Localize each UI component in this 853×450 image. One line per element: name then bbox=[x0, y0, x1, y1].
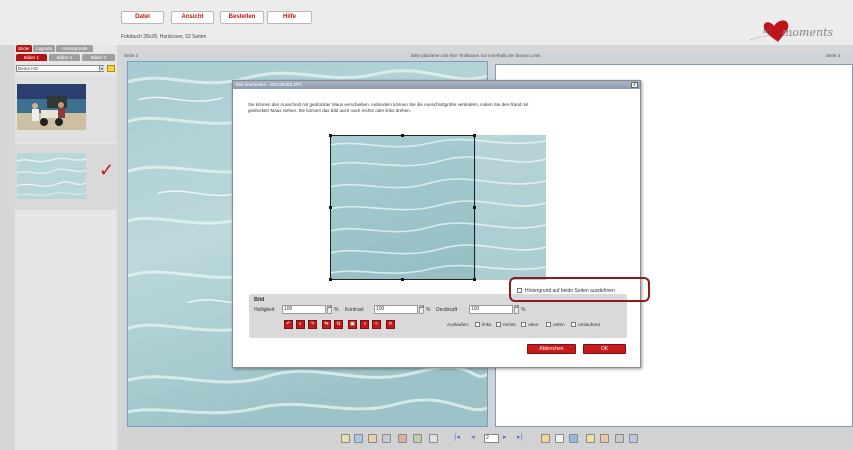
rotate-left-icon[interactable]: ↶ bbox=[284, 320, 293, 329]
tab-bilder-2[interactable]: Bilder 2 bbox=[49, 54, 80, 61]
crop-handle-left[interactable] bbox=[329, 206, 332, 209]
top-bar: Datei Ansicht Bestellen Hilfe Fotobuch 2… bbox=[0, 0, 853, 45]
zoom-in-icon[interactable] bbox=[541, 434, 550, 443]
menu-bestellen-button[interactable]: Bestellen bbox=[220, 11, 264, 24]
bleed-checkbox-3[interactable] bbox=[546, 322, 551, 327]
close-icon[interactable]: x bbox=[631, 82, 638, 88]
bleed-checkbox-2[interactable] bbox=[521, 322, 526, 327]
svg-text:my: my bbox=[763, 28, 773, 35]
dialog-title: Bild bearbeiten - DSC06463.JPG bbox=[233, 81, 640, 89]
settings-tool-icon[interactable] bbox=[368, 434, 377, 443]
layout-tool-icon[interactable] bbox=[354, 434, 363, 443]
thumbnail-image-water[interactable] bbox=[17, 153, 86, 199]
bleed-checkbox-1[interactable] bbox=[496, 322, 501, 327]
flip-horizontal-icon[interactable]: ⇆ bbox=[322, 320, 331, 329]
thumbnail-image-scooter[interactable] bbox=[17, 84, 86, 130]
bleed-option-label: oben bbox=[528, 322, 539, 327]
bleed-label: Auslaufen: bbox=[447, 322, 470, 327]
crop-frame[interactable] bbox=[330, 135, 475, 280]
bleed-option-label: umlaufend bbox=[578, 322, 600, 327]
left-page-label: Seite 2 bbox=[124, 53, 139, 58]
dialog-description: Sie können den Ausschnitt mit gedrückter… bbox=[248, 102, 529, 113]
bleed-checkbox-4[interactable] bbox=[571, 322, 576, 327]
thumbnail-slot[interactable] bbox=[15, 76, 117, 142]
crop-handle-top[interactable] bbox=[401, 134, 404, 137]
save-icon[interactable] bbox=[615, 434, 624, 443]
grayscale-icon[interactable]: ◑ bbox=[360, 320, 369, 329]
trash-icon[interactable] bbox=[429, 434, 438, 443]
highlight-annotation bbox=[509, 277, 650, 302]
crop-handle-bottom[interactable] bbox=[401, 278, 404, 281]
crop-handle-right[interactable] bbox=[473, 206, 476, 209]
cancel-button[interactable]: Abbrechen bbox=[527, 344, 576, 354]
bleed-option-label: links bbox=[482, 322, 492, 327]
menu-datei-button[interactable]: Datei bbox=[121, 11, 164, 24]
edit-image-dialog: Bild bearbeiten - DSC06463.JPG x Sie kön… bbox=[232, 80, 641, 368]
image-tool-icon[interactable] bbox=[413, 434, 422, 443]
menu-ansicht-button[interactable]: Ansicht bbox=[171, 11, 214, 24]
crop-icon[interactable]: ▣ bbox=[348, 320, 357, 329]
copy-tool-icon[interactable] bbox=[382, 434, 391, 443]
folder-select[interactable]: Demo HG ▾ bbox=[16, 65, 104, 72]
brightness-stepper[interactable]: ▴▾ bbox=[327, 305, 332, 314]
right-page-label: Seite 3 bbox=[826, 53, 841, 58]
grid-icon[interactable] bbox=[586, 434, 595, 443]
crop-handle-top-left[interactable] bbox=[329, 134, 332, 137]
print-icon[interactable] bbox=[629, 434, 638, 443]
menu-hilfe-button[interactable]: Hilfe bbox=[267, 11, 312, 24]
image-section-heading: Bild bbox=[254, 297, 265, 303]
flip-vertical-icon[interactable]: ⇅ bbox=[334, 320, 343, 329]
preview-icon[interactable] bbox=[600, 434, 609, 443]
contrast-label: Kontrast bbox=[345, 307, 364, 313]
first-page-button[interactable]: |◂ bbox=[454, 433, 460, 441]
last-page-button[interactable]: ▸| bbox=[517, 433, 523, 441]
tab-bilder-3[interactable]: Bilder 3 bbox=[82, 54, 115, 61]
fit-page-icon[interactable] bbox=[569, 434, 578, 443]
page-number-input[interactable]: 2 bbox=[484, 434, 499, 443]
undo-icon[interactable]: ◐ bbox=[296, 320, 305, 329]
tab-layouts[interactable]: Layouts bbox=[33, 45, 55, 52]
selected-check-icon: ✓ bbox=[99, 160, 115, 181]
folder-icon[interactable] bbox=[107, 65, 115, 72]
delete-icon[interactable]: ✕ bbox=[386, 320, 395, 329]
bleed-option-label: rechts bbox=[503, 322, 516, 327]
mymoments-logo: my moments bbox=[749, 20, 833, 42]
tab-hintergruende[interactable]: Hintergründe bbox=[56, 45, 93, 52]
next-page-button[interactable]: ▸ bbox=[503, 433, 507, 441]
contrast-stepper[interactable]: ▴▾ bbox=[419, 305, 424, 314]
crop-handle-bottom-right[interactable] bbox=[473, 278, 476, 281]
svg-text:moments: moments bbox=[782, 26, 833, 39]
tab-bilder-1[interactable]: Bilder 1 bbox=[16, 54, 47, 61]
bleed-checkbox-0[interactable] bbox=[475, 322, 480, 327]
crop-handle-top-right[interactable] bbox=[473, 134, 476, 137]
paint-tool-icon[interactable] bbox=[398, 434, 407, 443]
brightness-label: Helligkeit bbox=[254, 307, 275, 313]
contrast-unit: % bbox=[426, 307, 431, 313]
left-panel: Bilder Layouts Hintergründe Bilder 1 Bil… bbox=[15, 45, 117, 450]
contrast-input[interactable]: 100 bbox=[374, 305, 418, 314]
redo-icon[interactable]: ↷ bbox=[308, 320, 317, 329]
folder-select-value: Demo HG bbox=[18, 66, 39, 71]
crop-handle-bottom-left[interactable] bbox=[329, 278, 332, 281]
page-hint: Bitte platzieren Sie Ihre Textboxen nur … bbox=[411, 53, 542, 58]
opacity-unit: % bbox=[521, 307, 526, 313]
brightness-input[interactable]: 100 bbox=[282, 305, 326, 314]
tab-bilder[interactable]: Bilder bbox=[16, 45, 32, 52]
sepia-icon[interactable]: ≈ bbox=[372, 320, 381, 329]
fotobuch-info: Fotobuch 28x28, Hardcover, 52 Seiten bbox=[121, 34, 207, 40]
text-tool-icon[interactable] bbox=[341, 434, 350, 443]
opacity-input[interactable]: 100 bbox=[469, 305, 513, 314]
chevron-down-icon[interactable]: ▾ bbox=[99, 66, 104, 71]
bottom-toolbar: |◂ ◂ 2 ▸ ▸| bbox=[121, 429, 853, 450]
previous-page-button[interactable]: ◂ bbox=[471, 433, 475, 441]
opacity-label: Deckkraft bbox=[436, 307, 458, 313]
brightness-unit: % bbox=[334, 307, 339, 313]
ok-button[interactable]: OK bbox=[583, 344, 626, 354]
bleed-option-label: unten bbox=[553, 322, 565, 327]
crop-area[interactable] bbox=[329, 134, 547, 281]
opacity-stepper[interactable]: ▴▾ bbox=[514, 305, 519, 314]
draw-line-icon[interactable] bbox=[555, 434, 564, 443]
